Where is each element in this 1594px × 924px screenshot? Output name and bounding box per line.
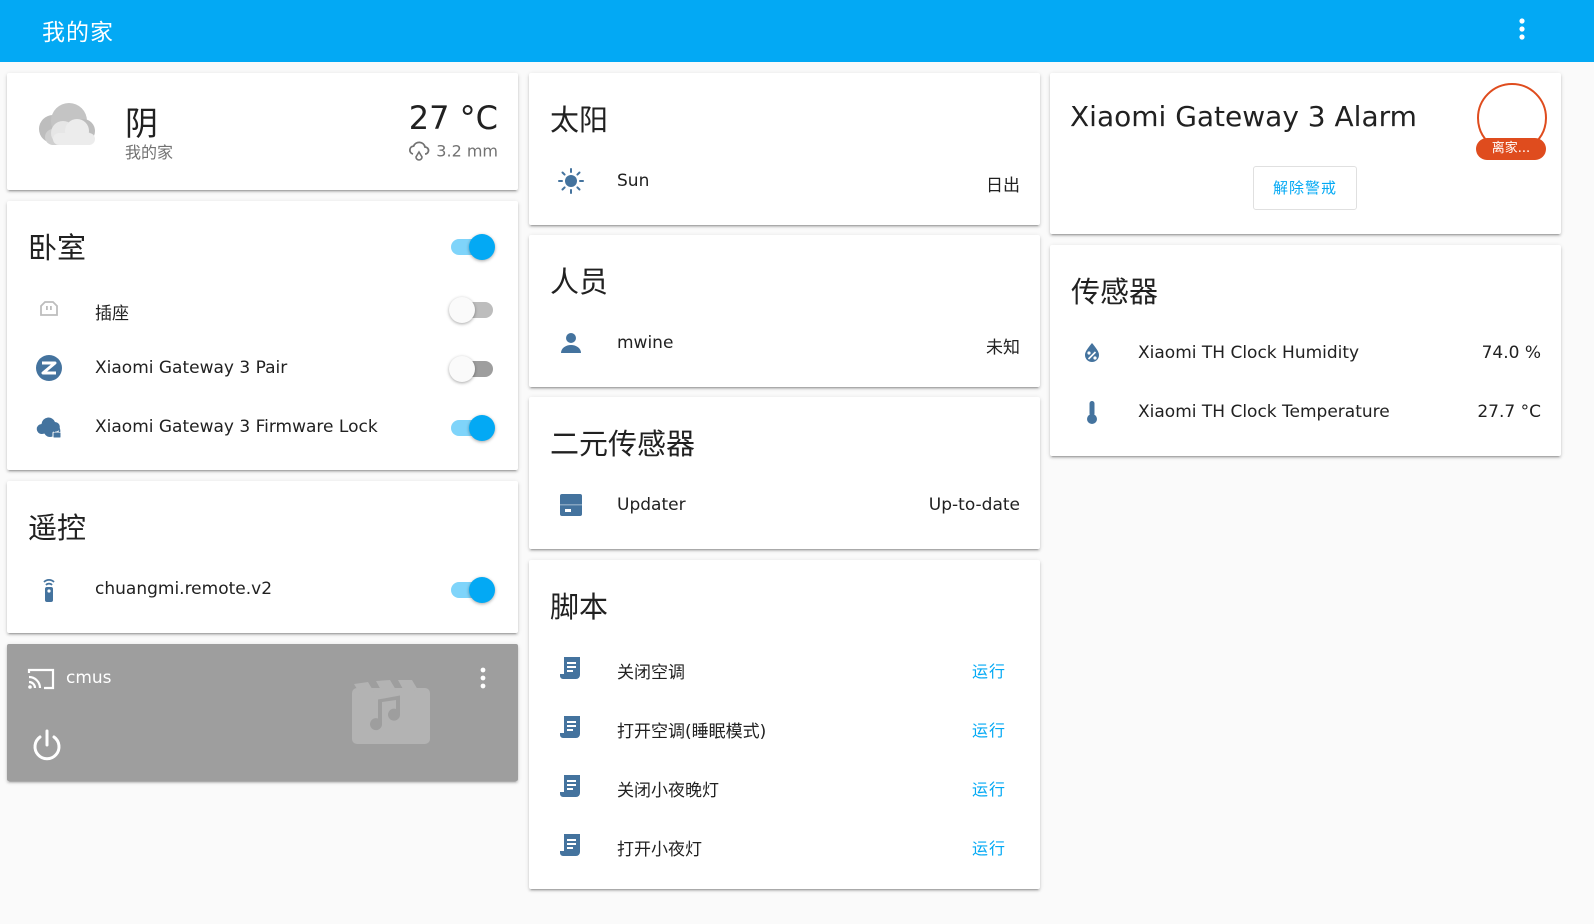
entity-name: Xiaomi TH Clock Temperature [1138,402,1390,422]
gateway-pair-toggle[interactable] [449,353,495,383]
media-player-name: cmus [66,668,112,688]
cloud-lock-icon [35,413,63,441]
card-title: 脚本 [550,590,609,624]
entity-state: 27.7 °C [1477,402,1541,422]
weather-location: 我的家 [125,143,174,162]
run-script-button[interactable]: 运行 [972,717,1006,741]
sensors-card: 传感器 Xiaomi TH Clock Humidity 74.0 % Xiao… [1050,245,1561,456]
media-player-card: cmus [7,644,518,781]
sun-icon [557,167,585,195]
sun-card: 太阳 Sun 日出 [529,73,1040,225]
cast-icon [26,664,56,696]
socket-toggle[interactable] [449,294,495,324]
script-icon [557,713,585,741]
app-title: 我的家 [42,20,114,46]
entity-row-person[interactable]: mwine 未知 [529,323,1040,363]
script-name: 关闭小夜晚灯 [617,781,719,801]
entity-row-gateway-pair[interactable]: Xiaomi Gateway 3 Pair [7,348,518,388]
script-row[interactable]: 打开空调(睡眠模式) 运行 [529,707,1040,747]
script-row[interactable]: 关闭小夜晚灯 运行 [529,766,1040,806]
entity-name: Updater [617,495,686,515]
alarm-state-badge: 离家... [1476,138,1546,160]
entity-state: Up-to-date [928,495,1020,515]
entity-name: Xiaomi TH Clock Humidity [1138,343,1360,363]
script-icon [557,831,585,859]
account-icon [557,329,585,357]
binary-sensor-card: 二元传感器 Updater Up-to-date [529,397,1040,549]
card-title: 卧室 [28,231,87,265]
script-name: 打开小夜灯 [617,840,702,860]
script-icon [557,654,585,682]
entity-row-firmware-lock[interactable]: Xiaomi Gateway 3 Firmware Lock [7,407,518,447]
weather-precipitation: 3.2 mm [407,141,498,163]
entity-name: 插座 [95,304,129,324]
entity-row-sun[interactable]: Sun 日出 [529,161,1040,201]
power-socket-icon [35,295,63,323]
cloudy-icon [31,99,101,153]
entity-name: Xiaomi Gateway 3 Pair [95,358,288,378]
overflow-menu-icon[interactable] [1508,12,1536,48]
script-row[interactable]: 关闭空调 运行 [529,648,1040,688]
firmware-lock-toggle[interactable] [449,412,495,442]
entity-name: mwine [617,333,674,353]
run-script-button[interactable]: 运行 [972,658,1006,682]
entity-name: Sun [617,171,650,191]
script-name: 打开空调(睡眠模式) [617,722,767,742]
card-title: 太阳 [550,103,609,137]
media-more-icon[interactable] [471,664,495,692]
run-script-button[interactable]: 运行 [972,835,1006,859]
people-card: 人员 mwine 未知 [529,235,1040,387]
entity-row-socket[interactable]: 插座 [7,289,518,329]
cloud-rain-icon [407,141,431,163]
app-toolbar: 我的家 [0,0,1594,62]
scripts-card: 脚本 关闭空调 运行 打开空调(睡眠模式) 运行 关闭小夜晚灯 运行 打开小夜灯… [529,560,1040,889]
bedroom-master-toggle[interactable] [449,231,495,261]
script-icon [557,772,585,800]
card-title: 二元传感器 [550,427,696,461]
power-icon[interactable] [29,728,65,768]
entity-state: 74.0 % [1481,343,1541,363]
thermometer-icon [1078,398,1106,426]
remote-card: 遥控 chuangmi.remote.v2 [7,481,518,633]
remote-icon [35,575,63,603]
precipitation-value: 3.2 mm [436,141,498,161]
card-title: 人员 [550,265,609,299]
entity-state: 日出 [986,176,1020,196]
bedroom-card: 卧室 插座 Xiaomi Gateway 3 Pair Xiaomi Gatew… [7,201,518,470]
card-title: 传感器 [1071,275,1159,309]
water-percent-icon [1078,339,1106,367]
package-icon [557,491,585,519]
zigbee-icon [35,354,63,382]
alarm-card: Xiaomi Gateway 3 Alarm 离家... 解除警戒 [1050,73,1561,234]
disarm-button[interactable]: 解除警戒 [1253,166,1357,210]
run-script-button[interactable]: 运行 [972,776,1006,800]
entity-name: Xiaomi Gateway 3 Firmware Lock [95,417,378,437]
weather-condition: 阴 [125,104,158,143]
weather-temperature: 27 °C [408,99,498,137]
entity-row-humidity[interactable]: Xiaomi TH Clock Humidity 74.0 % [1050,333,1561,373]
script-name: 关闭空调 [617,663,685,683]
weather-card[interactable]: 阴 我的家 27 °C 3.2 mm [7,73,518,190]
entity-row-updater[interactable]: Updater Up-to-date [529,485,1040,525]
entity-row-temperature[interactable]: Xiaomi TH Clock Temperature 27.7 °C [1050,392,1561,432]
script-row[interactable]: 打开小夜灯 运行 [529,825,1040,865]
entity-row-remote[interactable]: chuangmi.remote.v2 [7,569,518,609]
card-title: 遥控 [28,511,87,545]
movie-music-icon [352,680,430,748]
entity-state: 未知 [986,338,1020,358]
remote-toggle[interactable] [449,574,495,604]
entity-name: chuangmi.remote.v2 [95,579,273,599]
card-title: Xiaomi Gateway 3 Alarm [1070,100,1417,133]
